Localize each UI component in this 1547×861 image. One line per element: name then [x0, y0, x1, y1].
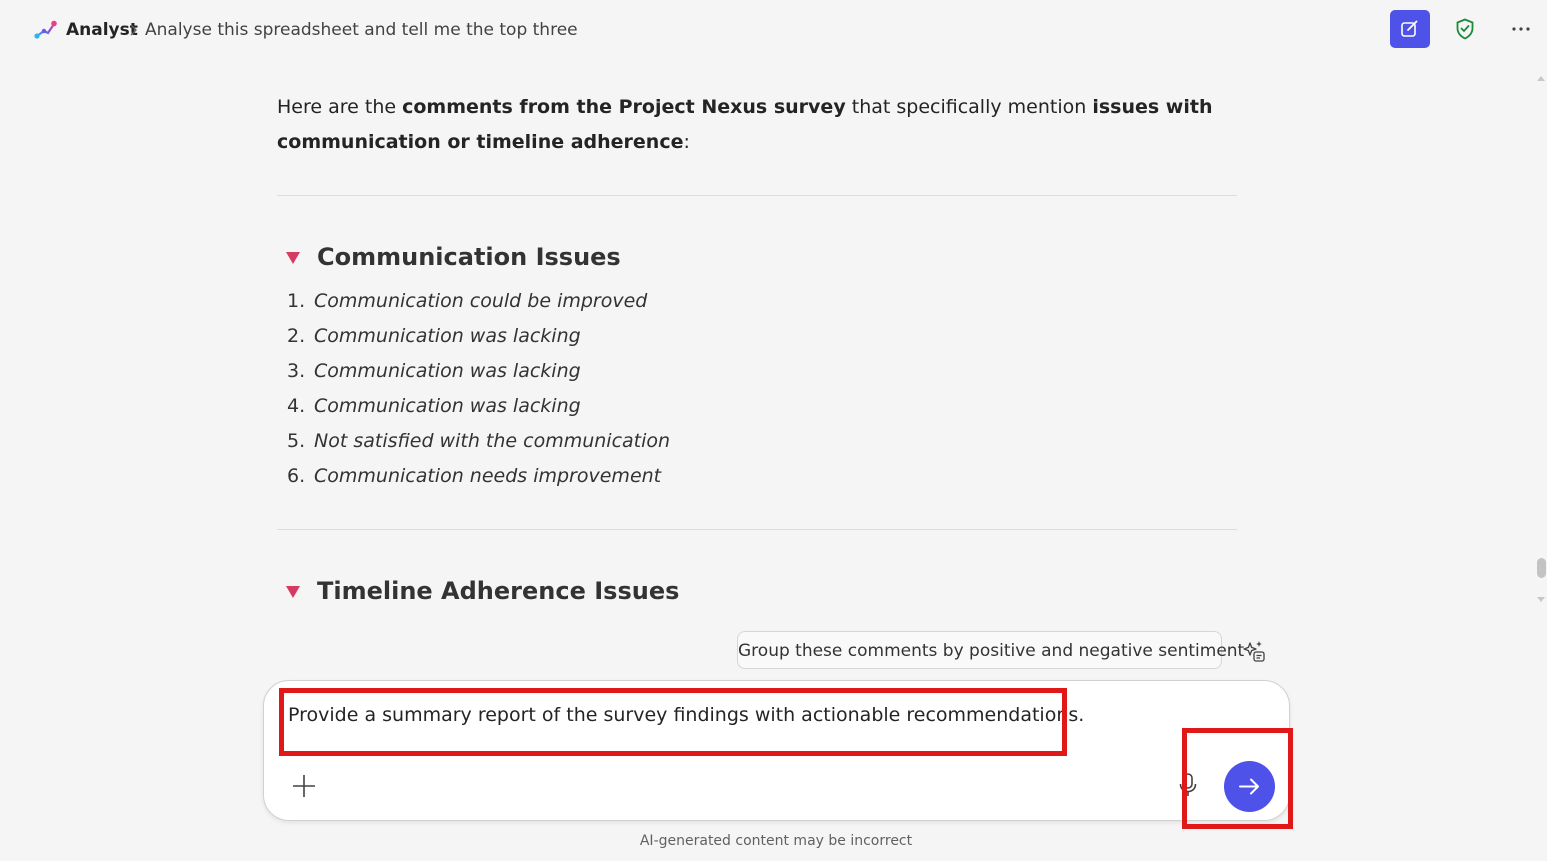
assistant-message: Here are the comments from the Project N… — [277, 90, 1237, 160]
communication-issues-list: 1. Communication could be improved 2. Comm… — [287, 284, 670, 494]
intro-text: that specifically mention — [845, 96, 1093, 118]
list-item: 4. Communication was lacking — [287, 389, 670, 424]
section-heading-communication[interactable]: Communication Issues — [286, 243, 621, 271]
list-number: 5. — [287, 430, 306, 452]
suggestion-chip[interactable]: Group these comments by positive and neg… — [737, 631, 1244, 669]
list-number: 6. — [287, 465, 306, 487]
list-item: 5. Not satisfied with the communication — [287, 424, 670, 459]
shield-check-icon[interactable] — [1453, 17, 1477, 41]
message-intro: Here are the comments from the Project N… — [277, 90, 1237, 160]
add-icon[interactable] — [290, 772, 318, 800]
new-chat-button[interactable] — [1390, 10, 1430, 48]
section-title: Communication Issues — [317, 243, 621, 271]
annotation-highlight-input — [279, 688, 1067, 756]
list-item: 3. Communication was lacking — [287, 354, 670, 389]
list-item: 2. Communication was lacking — [287, 319, 670, 354]
list-text: Communication could be improved — [314, 290, 648, 312]
disclaimer-text: AI-generated content may be incorrect — [639, 833, 913, 849]
list-text: Communication was lacking — [314, 360, 581, 382]
conversation-title: Analyse this spreadsheet and tell me the… — [145, 20, 578, 40]
section-heading-timeline[interactable]: Timeline Adherence Issues — [286, 577, 679, 605]
intro-text: : — [683, 131, 690, 153]
intro-text: Here are the — [277, 96, 403, 118]
section-title: Timeline Adherence Issues — [317, 577, 680, 605]
more-icon[interactable] — [1509, 17, 1533, 41]
scroll-down-arrow-icon[interactable] — [1535, 594, 1547, 606]
list-text: Communication needs improvement — [314, 465, 662, 487]
list-number: 2. — [287, 325, 306, 347]
divider — [277, 529, 1237, 530]
list-number: 3. — [287, 360, 306, 382]
new-chat-icon — [1401, 20, 1418, 37]
list-text: Not satisfied with the communication — [314, 430, 671, 452]
list-text: Communication was lacking — [314, 395, 581, 417]
analyst-logo-icon — [34, 20, 57, 39]
annotation-highlight-send — [1182, 728, 1293, 829]
header: Analyst Analyse this spreadsheet and tel… — [0, 0, 1547, 60]
collapse-triangle-icon[interactable] — [286, 252, 300, 264]
app-window: Analyst Analyse this spreadsheet and tel… — [0, 0, 1547, 861]
collapse-triangle-icon[interactable] — [286, 586, 300, 598]
list-item: 1. Communication could be improved — [287, 284, 670, 319]
list-number: 1. — [287, 290, 306, 312]
scroll-up-arrow-icon[interactable] — [1535, 72, 1547, 84]
divider — [277, 195, 1237, 196]
list-text: Communication was lacking — [314, 325, 581, 347]
prompt-suggestions-icon[interactable] — [1241, 638, 1267, 664]
list-number: 4. — [287, 395, 306, 417]
scrollbar-thumb[interactable] — [1537, 558, 1546, 578]
chevron-right-icon — [130, 24, 137, 36]
list-item: 6. Communication needs improvement — [287, 459, 670, 494]
intro-bold-text: comments from the Project Nexus survey — [402, 96, 846, 118]
